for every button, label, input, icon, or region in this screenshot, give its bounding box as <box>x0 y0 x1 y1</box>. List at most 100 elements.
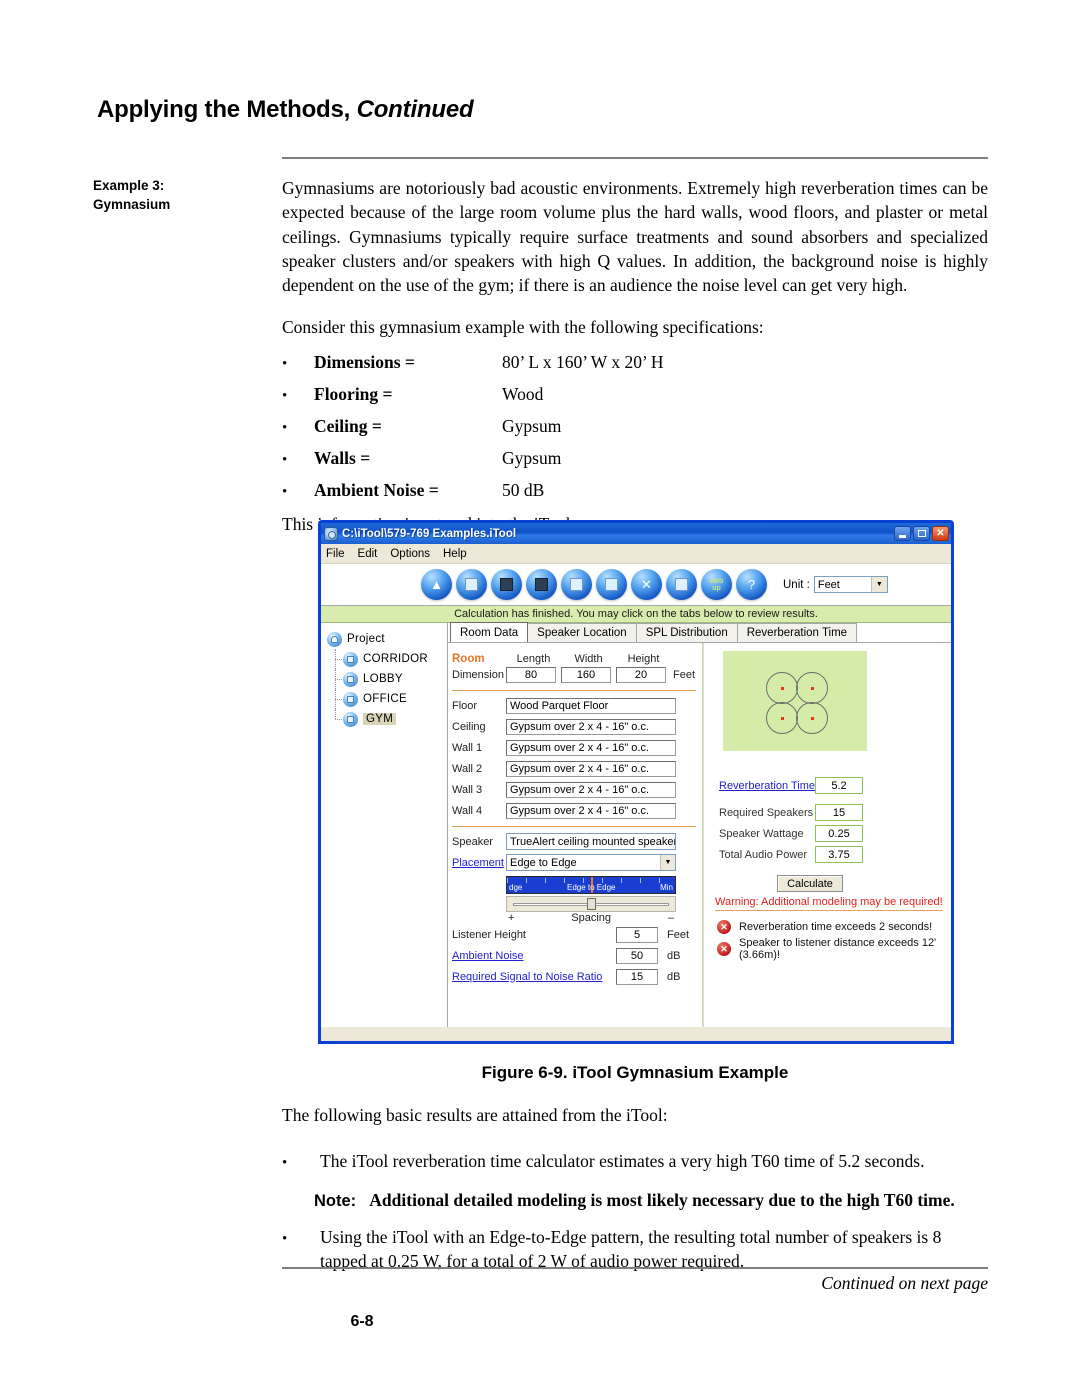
delete-icon[interactable]: ✕ <box>631 569 662 600</box>
tab-speaker-location[interactable]: Speaker Location <box>527 623 637 642</box>
warning-header: Warning: Additional modeling may be requ… <box>715 896 943 908</box>
itool-application-window[interactable]: C:\iTool\579-769 Examples.iTool ✕ File E… <box>318 520 954 1044</box>
speaker-wattage-value: 0.25 <box>815 825 863 842</box>
speaker-point <box>780 716 784 720</box>
surface-input[interactable]: Gypsum over 2 x 4 - 16" o.c. <box>506 781 676 798</box>
unit-select[interactable]: Feet ▼ <box>813 576 888 593</box>
toolbar: ▲ ✕ web up ? Unit : Feet ▼ <box>321 564 951 606</box>
spec-term: Ceiling = <box>314 415 382 436</box>
surface-row-ceiling: Ceiling Gypsum over 2 x 4 - 16" o.c. <box>452 716 702 737</box>
tab-reverberation-time[interactable]: Reverberation Time <box>736 623 858 642</box>
bullet-glyph: • <box>282 355 288 372</box>
tab-room-data[interactable]: Room Data <box>450 622 529 642</box>
properties-icon[interactable] <box>666 569 697 600</box>
option-row-snr: Required Signal to Noise Ratio 15 dB <box>452 966 702 987</box>
speaker-coverage-circle <box>766 702 798 734</box>
paste-icon[interactable] <box>596 569 627 600</box>
surface-label: Wall 3 <box>452 783 483 796</box>
tree-node-lobby[interactable]: LOBBY <box>327 669 447 689</box>
menu-item-help[interactable]: Help <box>443 548 467 560</box>
width-input[interactable]: 160 <box>561 667 611 683</box>
panel-divider <box>703 643 704 1027</box>
close-button[interactable]: ✕ <box>932 526 949 541</box>
surface-input[interactable]: Wood Parquet Floor <box>506 697 676 714</box>
menu-item-file[interactable]: File <box>326 548 345 560</box>
note-line: Note: Additional detailed modeling is mo… <box>282 1188 988 1213</box>
spec-value: Wood <box>502 383 544 404</box>
bullet-glyph: • <box>282 451 288 468</box>
save-icon[interactable] <box>491 569 522 600</box>
open-project-icon[interactable] <box>456 569 487 600</box>
window-controls: ✕ <box>894 526 949 541</box>
tree-node-label: CORRIDOR <box>363 653 429 665</box>
placement-select[interactable]: Edge to Edge ▼ <box>506 854 676 871</box>
room-layout-diagram[interactable] <box>723 651 867 751</box>
option-label-link[interactable]: Ambient Noise <box>452 950 616 962</box>
surface-input[interactable]: Gypsum over 2 x 4 - 16" o.c. <box>506 760 676 777</box>
print-icon[interactable] <box>526 569 557 600</box>
page-number: 6-8 <box>350 1313 374 1330</box>
room-data-form: Room Length Width Height Dimension 80 16… <box>448 643 703 1027</box>
surface-input[interactable]: Gypsum over 2 x 4 - 16" o.c. <box>506 802 676 819</box>
tree-node-project[interactable]: Project <box>327 629 447 649</box>
placement-label-link[interactable]: Placement <box>452 857 506 869</box>
window-title: C:\iTool\579-769 Examples.iTool <box>342 527 517 540</box>
speaker-select[interactable]: TrueAlert ceiling mounted speaker ▼ <box>506 833 676 850</box>
tree-node-gym[interactable]: GYM <box>327 709 447 729</box>
ambient-noise-input[interactable]: 50 <box>616 947 658 964</box>
surface-row-wall-2: Wall 2 Gypsum over 2 x 4 - 16" o.c. <box>452 758 702 779</box>
speaker-coverage-circle <box>796 702 828 734</box>
result-label: Speaker Wattage <box>719 827 804 840</box>
result-label: Total Audio Power <box>719 848 808 861</box>
placement-row: Placement Edge to Edge ▼ <box>452 852 702 873</box>
maximize-button[interactable] <box>913 526 930 541</box>
continued-on-next-page: Continued on next page <box>821 1273 988 1293</box>
tree-node-corridor[interactable]: CORRIDOR <box>327 649 447 669</box>
length-input[interactable]: 80 <box>506 667 556 683</box>
help-icon[interactable]: ? <box>736 569 767 600</box>
surface-input[interactable]: Gypsum over 2 x 4 - 16" o.c. <box>506 718 676 735</box>
speaker-point <box>810 686 814 690</box>
minimize-button[interactable] <box>894 526 911 541</box>
spacing-slider[interactable] <box>506 896 676 912</box>
copy-icon[interactable] <box>561 569 592 600</box>
new-project-icon[interactable]: ▲ <box>421 569 452 600</box>
menu-item-options[interactable]: Options <box>390 548 430 560</box>
document-page: Applying the Methods, Continued Example … <box>0 0 1080 1397</box>
result-row-required-speakers: Required Speakers 15 <box>719 802 951 823</box>
result-row-speaker-wattage: Speaker Wattage 0.25 <box>719 823 951 844</box>
surface-row-wall-4: Wall 4 Gypsum over 2 x 4 - 16" o.c. <box>452 800 702 821</box>
speaker-point <box>780 686 784 690</box>
tab-spl-distribution[interactable]: SPL Distribution <box>635 623 738 642</box>
option-label-link[interactable]: Required Signal to Noise Ratio <box>452 971 616 983</box>
tree-node-office[interactable]: OFFICE <box>327 689 447 709</box>
height-input[interactable]: 20 <box>616 667 666 683</box>
speaker-select-value: TrueAlert ceiling mounted speaker <box>510 835 676 848</box>
slider-caption: Spacing <box>571 912 612 924</box>
tab-body: Room Length Width Height Dimension 80 16… <box>448 643 951 1027</box>
maximize-icon <box>917 530 926 537</box>
calculate-button[interactable]: Calculate <box>777 875 843 892</box>
surface-input[interactable]: Gypsum over 2 x 4 - 16" o.c. <box>506 739 676 756</box>
dimension-row: Dimension 80 160 20 Feet <box>452 665 702 685</box>
listener-height-input[interactable]: 5 <box>616 926 658 943</box>
slider-minus-label: – <box>667 912 674 924</box>
spec-term: Dimensions = <box>314 351 415 372</box>
web-update-icon[interactable]: web up <box>701 569 732 600</box>
dimension-unit-label: Feet <box>673 669 696 681</box>
surface-row-wall-3: Wall 3 Gypsum over 2 x 4 - 16" o.c. <box>452 779 702 800</box>
slider-thumb[interactable] <box>587 898 596 910</box>
surface-label: Wall 4 <box>452 804 483 817</box>
spec-item-walls: • Walls = Gypsum <box>282 448 988 480</box>
room-icon <box>343 651 358 667</box>
reverberation-time-label-link[interactable]: Reverberation Time <box>719 780 815 792</box>
error-icon: ✕ <box>717 920 731 934</box>
surface-label: Wall 1 <box>452 741 483 754</box>
snr-input[interactable]: 15 <box>616 968 658 985</box>
room-icon <box>343 711 358 727</box>
menu-item-edit[interactable]: Edit <box>358 548 378 560</box>
project-icon <box>327 631 342 647</box>
scale-label-right: Min <box>660 883 673 892</box>
web-update-line2: up <box>712 584 721 592</box>
option-row-listener-height: Listener Height 5 Feet <box>452 924 702 945</box>
